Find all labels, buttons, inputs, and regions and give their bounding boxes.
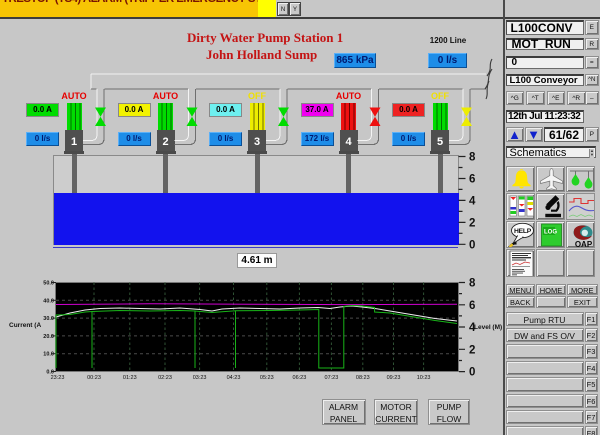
svg-text:LOG: LOG: [544, 229, 557, 235]
svg-text:08:23: 08:23: [356, 375, 370, 381]
svg-text:06:23: 06:23: [293, 375, 307, 381]
svg-text:10.0: 10.0: [43, 352, 54, 358]
svg-text:2: 2: [469, 344, 475, 356]
svg-text:10:23: 10:23: [417, 375, 431, 381]
svg-text:QAP: QAP: [574, 240, 592, 248]
svg-text:02:23: 02:23: [158, 375, 172, 381]
svg-text:01:23: 01:23: [123, 375, 137, 381]
svg-text:0: 0: [469, 367, 475, 379]
svg-text:00:23: 00:23: [87, 375, 101, 381]
svg-text:23:23: 23:23: [51, 375, 65, 381]
svg-text:07:23: 07:23: [325, 375, 339, 381]
svg-text:50.0: 50.0: [43, 281, 54, 287]
svg-text:4: 4: [469, 322, 476, 334]
svg-text:03:23: 03:23: [193, 375, 207, 381]
svg-text:0: 0: [469, 239, 475, 251]
svg-text:HELP: HELP: [514, 228, 532, 235]
svg-text:05:23: 05:23: [260, 375, 274, 381]
svg-text:20.0: 20.0: [43, 334, 54, 340]
svg-text:04:23: 04:23: [227, 375, 241, 381]
svg-text:6: 6: [469, 174, 475, 186]
svg-text:2: 2: [469, 217, 475, 229]
svg-text:30.0: 30.0: [43, 316, 54, 322]
svg-text:8: 8: [469, 278, 476, 290]
svg-text:6: 6: [469, 300, 475, 312]
svg-text:40.0: 40.0: [43, 298, 54, 304]
svg-text:8: 8: [469, 152, 476, 164]
svg-text:09:23: 09:23: [387, 375, 401, 381]
svg-text:4: 4: [469, 195, 476, 207]
